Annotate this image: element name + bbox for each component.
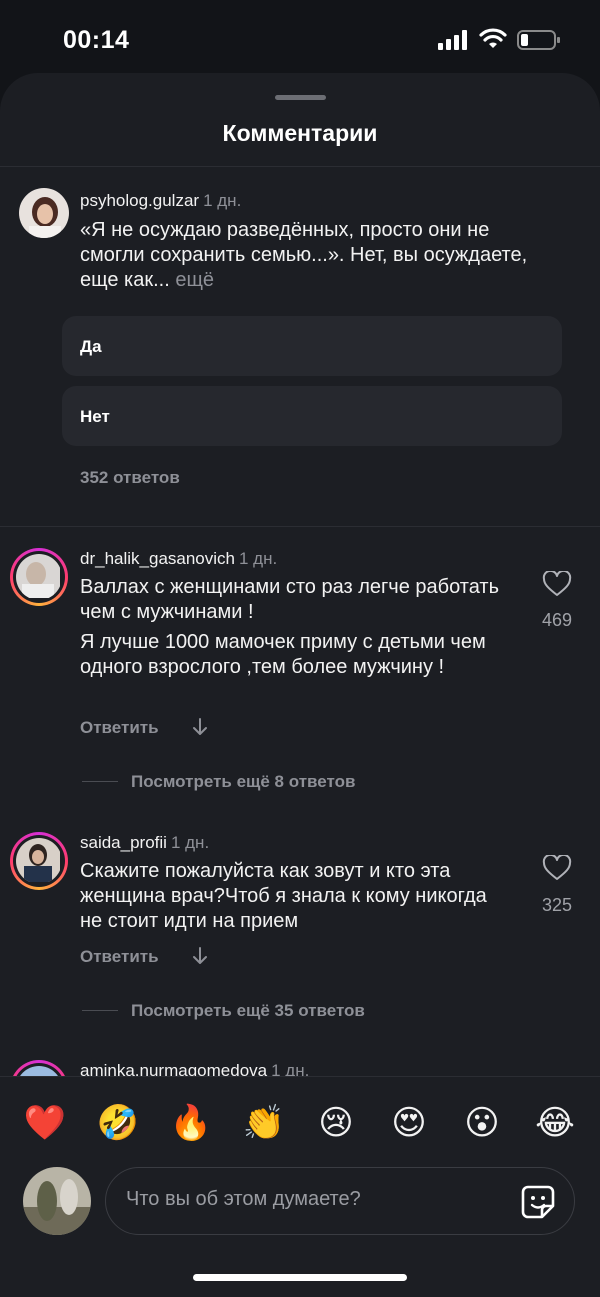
- see-more-link[interactable]: ещё: [175, 269, 214, 291]
- avatar-photo: [16, 554, 60, 600]
- reaction-cry[interactable]: 😢: [314, 1101, 358, 1145]
- reply-button[interactable]: Ответить: [80, 947, 159, 967]
- arrow-down-icon[interactable]: [192, 718, 208, 736]
- heart-icon[interactable]: [542, 855, 572, 881]
- reaction-heart-eyes[interactable]: 😍: [387, 1101, 431, 1145]
- avatar[interactable]: [10, 832, 68, 890]
- comment-username[interactable]: dr_halik_gasanovich 1 дн.: [80, 549, 277, 569]
- poll-option-yes[interactable]: Да: [62, 316, 562, 376]
- composer-area: ❤️ 🤣 🔥 👏 😢 😍 😮 😂: [0, 1076, 600, 1297]
- sheet-title: Комментарии: [222, 120, 378, 146]
- status-time: 00:14: [63, 26, 130, 54]
- header-divider: [0, 166, 600, 167]
- view-more-replies[interactable]: Посмотреть ещё 8 ответов: [131, 772, 355, 792]
- comment-username[interactable]: saida_profii 1 дн.: [80, 833, 209, 853]
- section-divider: [0, 526, 600, 527]
- reaction-heart[interactable]: ❤️: [23, 1101, 67, 1145]
- cellular-signal-icon: [438, 30, 467, 50]
- comment-body: «Я не осуждаю разведённых, просто они не…: [80, 219, 528, 291]
- reaction-clap[interactable]: 👏: [242, 1101, 286, 1145]
- replies-count[interactable]: 352 ответов: [80, 468, 180, 488]
- arrow-down-icon[interactable]: [192, 947, 208, 965]
- avatar[interactable]: [10, 548, 68, 606]
- comment-input-box[interactable]: [105, 1167, 575, 1235]
- home-indicator[interactable]: [193, 1274, 407, 1281]
- comment-input[interactable]: [126, 1188, 496, 1211]
- view-more-line: [82, 781, 118, 782]
- comment-age: 1 дн.: [239, 549, 278, 568]
- view-more-replies[interactable]: Посмотреть ещё 35 ответов: [131, 1001, 365, 1021]
- sheet-drag-handle[interactable]: [275, 95, 326, 100]
- comment-text: Валлах с женщинами сто раз легче работат…: [80, 576, 499, 623]
- reply-button[interactable]: Ответить: [80, 718, 159, 738]
- username-text[interactable]: dr_halik_gasanovich: [80, 549, 235, 568]
- heart-icon[interactable]: [542, 571, 572, 597]
- username-text[interactable]: saida_profii: [80, 833, 167, 852]
- avatar[interactable]: [19, 188, 69, 238]
- poll-option-no[interactable]: Нет: [62, 386, 562, 446]
- status-bar: 00:14: [0, 0, 600, 80]
- username-text[interactable]: psyholog.gulzar: [80, 191, 199, 210]
- reaction-wow[interactable]: 😮: [460, 1101, 504, 1145]
- reaction-rofl[interactable]: 🤣: [96, 1101, 140, 1145]
- reaction-fire[interactable]: 🔥: [169, 1101, 213, 1145]
- battery-icon: [517, 30, 560, 50]
- avatar-photo: [16, 838, 60, 884]
- my-avatar[interactable]: [23, 1167, 91, 1235]
- wifi-icon: [479, 28, 507, 48]
- reaction-joy[interactable]: 😂: [533, 1101, 577, 1145]
- like-count: 325: [541, 895, 573, 915]
- avatar-photo: [23, 1167, 91, 1235]
- comment-text: «Я не осуждаю разведённых, просто они не…: [80, 218, 550, 293]
- comment-text: Скажите пожалуйста как зовут и кто эта ж…: [80, 860, 487, 932]
- comment-text: Я лучше 1000 мамочек приму с детьми чем …: [80, 631, 486, 678]
- avatar-photo: [19, 188, 69, 238]
- view-more-line: [82, 1010, 118, 1011]
- like-count: 469: [541, 610, 573, 630]
- sticker-icon[interactable]: [520, 1184, 556, 1220]
- comment-username[interactable]: psyholog.gulzar 1 дн.: [80, 191, 241, 211]
- comment-age: 1 дн.: [170, 833, 210, 852]
- comment-age: 1 дн.: [203, 191, 242, 210]
